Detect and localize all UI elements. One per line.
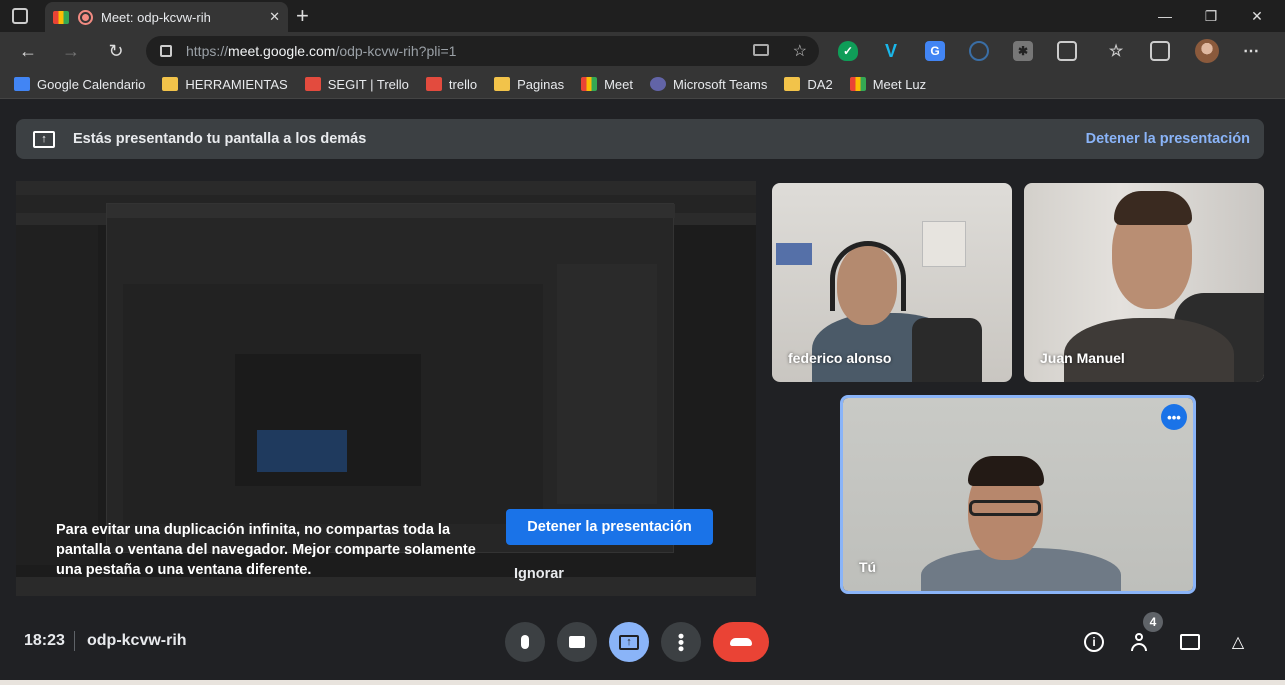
tab-title: Meet: odp-kcvw-rih (101, 9, 211, 25)
microphone-button[interactable] (505, 622, 545, 662)
participant-hair (1114, 191, 1192, 225)
bookmark-google-calendario[interactable]: Google Calendario (14, 77, 145, 92)
chair (912, 318, 982, 382)
lock-icon (160, 45, 172, 57)
collections-icon[interactable] (1150, 41, 1170, 61)
profile-avatar[interactable] (1195, 39, 1219, 63)
globe-extension-icon[interactable] (969, 41, 989, 61)
activities-button[interactable]: △ (1226, 630, 1250, 654)
calendar-icon (14, 77, 30, 91)
bookmark-da2[interactable]: DA2 (784, 77, 833, 92)
close-window-button[interactable]: ✕ (1234, 0, 1280, 32)
teams-icon (649, 77, 666, 91)
stop-presenting-button[interactable]: Detener la presentación (506, 509, 713, 545)
vertical-dots-icon: ••• (671, 632, 691, 652)
present-now-button[interactable]: ↑ (609, 622, 649, 662)
puzzle-extension-icon[interactable]: ✱ (1013, 41, 1033, 61)
camera-in-use-icon[interactable] (753, 44, 769, 56)
taskbar-edge (0, 680, 1285, 685)
browser-tab-strip: Meet: odp-kcvw-rih ✕ + — ❐ ✕ (0, 0, 1285, 32)
meet-favicon-icon (53, 10, 69, 24)
meet-icon (581, 77, 598, 91)
reload-button[interactable]: ↻ (100, 35, 132, 67)
bookmark-microsoft-teams[interactable]: Microsoft Teams (649, 77, 767, 92)
add-favorite-icon[interactable]: ☆ (793, 41, 807, 61)
meeting-details-button[interactable]: i (1082, 630, 1106, 654)
wall-sticker (776, 243, 812, 265)
bookmark-herramientas[interactable]: HERRAMIENTAS (162, 77, 288, 92)
camera-icon (569, 636, 585, 648)
folder-icon (784, 77, 801, 91)
more-options-button[interactable]: ••• (661, 622, 701, 662)
settings-more-icon[interactable]: ⋯ (1241, 41, 1261, 61)
participant-name: Tú (859, 559, 877, 575)
glasses (969, 500, 1041, 516)
participant-name: Juan Manuel (1040, 350, 1125, 366)
chat-icon (1180, 634, 1200, 650)
bookmark-meet-luz[interactable]: Meet Luz (849, 77, 926, 92)
browser-tab-meet[interactable]: Meet: odp-kcvw-rih ✕ (45, 2, 288, 32)
vimeo-extension-icon[interactable]: V (881, 41, 901, 61)
microphone-icon (521, 635, 529, 649)
url-bar[interactable]: https://meet.google.com/odp-kcvw-rih?pli… (146, 36, 819, 66)
folder-icon (494, 77, 511, 91)
tab-close-icon[interactable]: ✕ (269, 9, 280, 25)
meeting-time: 18:23 (24, 632, 65, 649)
bookmark-segit-trello[interactable]: SEGIT | Trello (304, 77, 409, 92)
present-screen-icon: ↑ (33, 130, 55, 148)
shapes-icon: △ (1231, 634, 1245, 651)
wall-poster (922, 221, 966, 267)
back-button[interactable]: ← (12, 35, 44, 67)
meet-icon (849, 77, 866, 91)
meeting-controls-bar: 18:23 odp-kcvw-rih ↑ ••• i 4 △ (0, 602, 1285, 680)
hang-up-icon (730, 638, 752, 646)
people-icon (1131, 633, 1153, 651)
participant-hair (968, 456, 1044, 486)
chat-button[interactable] (1178, 630, 1202, 654)
divider (74, 631, 75, 651)
headphones (830, 241, 906, 311)
preview-capture-dialog (106, 203, 675, 553)
stop-presenting-link[interactable]: Detener la presentación (1086, 131, 1250, 147)
trello-icon (425, 77, 442, 91)
shield-extension-icon[interactable]: ✓ (838, 41, 858, 61)
forward-button[interactable]: → (55, 35, 87, 67)
participant-tile-you[interactable]: ••• Tú (840, 395, 1196, 594)
recording-icon (78, 9, 93, 25)
meeting-code: odp-kcvw-rih (87, 632, 187, 649)
folder-icon (162, 77, 179, 91)
bookmark-meet[interactable]: Meet (581, 77, 633, 92)
presenting-banner: ↑ Estás presentando tu pantalla a los de… (16, 119, 1264, 159)
leave-call-button[interactable] (713, 622, 769, 662)
new-tab-button[interactable]: + (296, 3, 309, 29)
bookmark-trello[interactable]: trello (425, 77, 477, 92)
url-scheme: https:// (186, 43, 229, 59)
present-screen-icon: ↑ (619, 634, 639, 650)
tab-actions-icon[interactable] (12, 8, 28, 24)
bookmark-paginas[interactable]: Paginas (494, 77, 564, 92)
extensions-icon[interactable] (1057, 41, 1077, 61)
participants-button[interactable] (1130, 630, 1154, 654)
ignore-button[interactable]: Ignorar (514, 566, 564, 582)
participant-name: federico alonso (788, 350, 892, 366)
maximize-button[interactable]: ❐ (1188, 0, 1234, 32)
favorites-icon[interactable]: ☆ (1106, 41, 1126, 61)
participant-tile-federico[interactable]: federico alonso (772, 183, 1012, 382)
minimize-button[interactable]: — (1142, 0, 1188, 32)
url-host: meet.google.com (228, 43, 336, 59)
infinite-mirror-warning: Para evitar una duplicación infinita, no… (56, 522, 476, 578)
presenting-message: Estás presentando tu pantalla a los demá… (73, 131, 367, 147)
bookmarks-bar: Google Calendario HERRAMIENTAS SEGIT | T… (0, 70, 1285, 99)
translate-extension-icon[interactable]: G (925, 41, 945, 61)
participant-count-badge: 4 (1143, 612, 1163, 632)
trello-icon (304, 77, 321, 91)
url-path: /odp-kcvw-rih?pli=1 (335, 43, 457, 59)
participant-tile-juan-manuel[interactable]: Juan Manuel (1024, 183, 1264, 382)
camera-button[interactable] (557, 622, 597, 662)
info-icon: i (1084, 632, 1104, 652)
tile-more-options-button[interactable]: ••• (1161, 404, 1187, 430)
address-toolbar: ← → ↻ https://meet.google.com/odp-kcvw-r… (0, 32, 1285, 70)
